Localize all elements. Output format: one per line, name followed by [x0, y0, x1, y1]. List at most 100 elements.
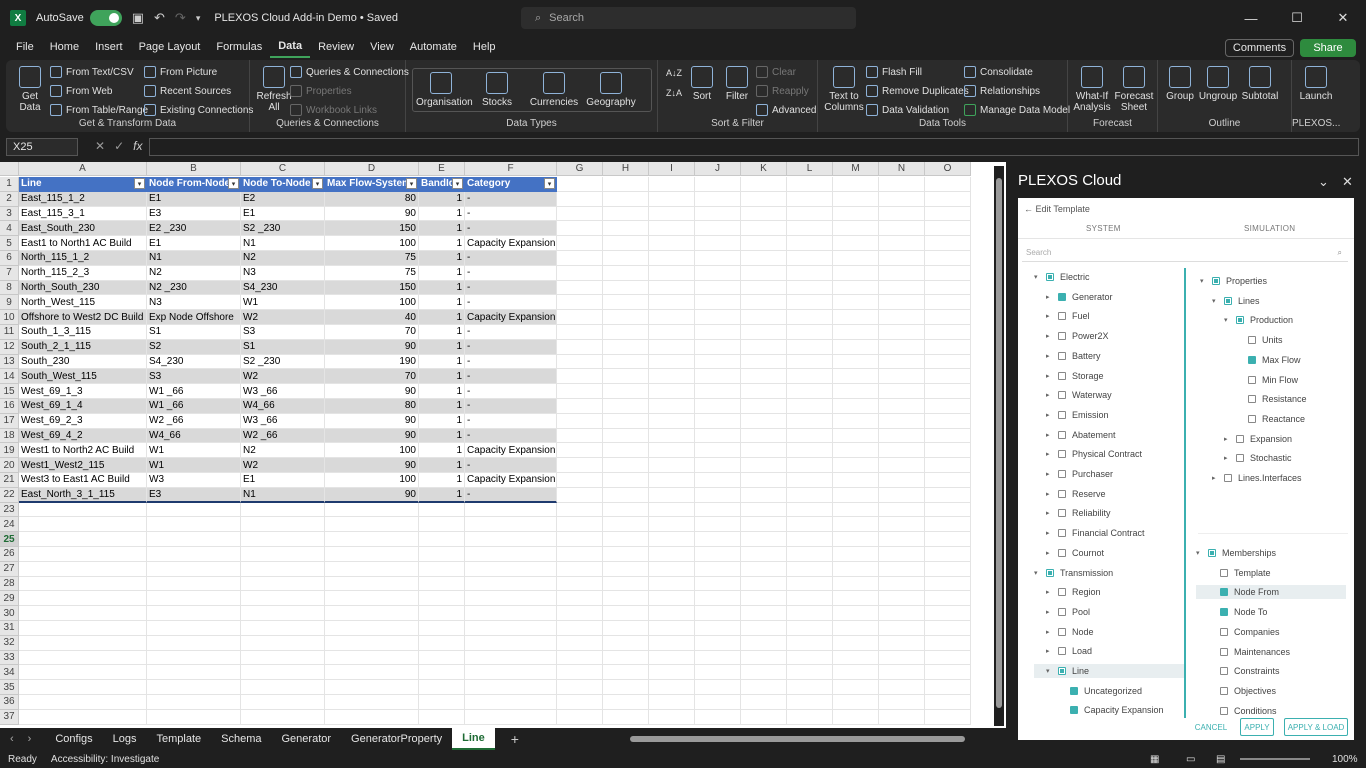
- recent-sources-button[interactable]: Recent Sources: [144, 85, 231, 97]
- page-layout-icon[interactable]: ▭: [1186, 754, 1195, 765]
- empty-cell[interactable]: [833, 251, 879, 266]
- empty-cell[interactable]: [787, 650, 833, 666]
- empty-cell[interactable]: [787, 251, 833, 266]
- table-cell[interactable]: 1: [419, 191, 465, 207]
- empty-cell[interactable]: [695, 177, 741, 192]
- empty-cell[interactable]: [557, 487, 603, 503]
- filter-dropdown-icon[interactable]: ▾: [228, 178, 239, 189]
- reapply-button[interactable]: Reapply: [756, 85, 809, 97]
- empty-cell[interactable]: [649, 325, 695, 340]
- table-cell[interactable]: 90: [325, 458, 419, 473]
- empty-cell[interactable]: [241, 606, 325, 621]
- empty-cell[interactable]: [465, 591, 557, 607]
- empty-cell[interactable]: [557, 280, 603, 296]
- empty-cell[interactable]: [465, 650, 557, 666]
- empty-cell[interactable]: [879, 295, 925, 311]
- row-header[interactable]: 19: [0, 443, 19, 459]
- empty-cell[interactable]: [833, 650, 879, 666]
- empty-cell[interactable]: [557, 265, 603, 281]
- table-cell[interactable]: North_West_115: [19, 295, 147, 311]
- empty-cell[interactable]: [695, 532, 741, 547]
- empty-cell[interactable]: [419, 680, 465, 695]
- empty-cell[interactable]: [557, 251, 603, 266]
- stocks-button[interactable]: Stocks: [472, 72, 522, 108]
- table-cell[interactable]: W3 _66: [241, 413, 325, 429]
- empty-cell[interactable]: [649, 487, 695, 503]
- sheet-tab-generatorproperty[interactable]: GeneratorProperty: [341, 728, 452, 750]
- column-header[interactable]: O: [925, 162, 971, 176]
- empty-cell[interactable]: [879, 443, 925, 459]
- empty-cell[interactable]: [741, 473, 787, 488]
- tree-item[interactable]: Resistance: [1236, 392, 1307, 406]
- empty-cell[interactable]: [557, 443, 603, 459]
- empty-cell[interactable]: [879, 399, 925, 414]
- empty-cell[interactable]: [557, 621, 603, 636]
- empty-cell[interactable]: [19, 606, 147, 621]
- empty-cell[interactable]: [695, 665, 741, 681]
- row-header[interactable]: 8: [0, 280, 19, 296]
- from-picture-button[interactable]: From Picture: [144, 66, 217, 78]
- expand-arrow-icon[interactable]: ▸: [1046, 391, 1054, 399]
- empty-cell[interactable]: [603, 236, 649, 251]
- empty-cell[interactable]: [695, 606, 741, 621]
- empty-cell[interactable]: [787, 369, 833, 385]
- empty-cell[interactable]: [603, 280, 649, 296]
- spreadsheet-grid[interactable]: A B C D E F G H I J K L M N O 1 Line ▾ Node From-Node ▾ Node…: [0, 162, 1006, 728]
- tree-checkbox[interactable]: [1046, 568, 1054, 577]
- empty-cell[interactable]: [649, 413, 695, 429]
- empty-cell[interactable]: [241, 621, 325, 636]
- table-cell[interactable]: 90: [325, 339, 419, 355]
- table-cell[interactable]: W1 _66: [147, 384, 241, 399]
- empty-cell[interactable]: [787, 295, 833, 311]
- undo-icon[interactable]: ↶: [154, 10, 165, 26]
- tab-review[interactable]: Review: [310, 36, 362, 58]
- share-button[interactable]: Share: [1300, 39, 1356, 57]
- sort-button[interactable]: Sort: [686, 66, 718, 102]
- empty-cell[interactable]: [603, 369, 649, 385]
- table-cell[interactable]: West_69_4_2: [19, 428, 147, 444]
- table-cell[interactable]: S2 _230: [241, 354, 325, 370]
- empty-cell[interactable]: [741, 428, 787, 444]
- empty-cell[interactable]: [603, 221, 649, 237]
- table-cell[interactable]: 80: [325, 191, 419, 207]
- empty-cell[interactable]: [325, 591, 419, 607]
- empty-cell[interactable]: [787, 354, 833, 370]
- empty-cell[interactable]: [603, 695, 649, 710]
- empty-cell[interactable]: [241, 561, 325, 577]
- empty-cell[interactable]: [557, 635, 603, 651]
- tree-item[interactable]: ▸ Region: [1046, 585, 1101, 599]
- empty-cell[interactable]: [147, 621, 241, 636]
- empty-cell[interactable]: [695, 443, 741, 459]
- empty-cell[interactable]: [879, 547, 925, 562]
- row-header[interactable]: 23: [0, 502, 19, 518]
- empty-cell[interactable]: [833, 458, 879, 473]
- empty-cell[interactable]: [325, 650, 419, 666]
- empty-cell[interactable]: [833, 295, 879, 311]
- table-cell[interactable]: E2 _230: [147, 221, 241, 237]
- text-to-columns-button[interactable]: Text to Columns: [824, 66, 864, 113]
- tree-checkbox[interactable]: [1236, 316, 1244, 325]
- table-cell[interactable]: -: [465, 221, 557, 237]
- empty-cell[interactable]: [787, 591, 833, 607]
- tree-checkbox[interactable]: [1046, 273, 1054, 281]
- tree-item[interactable]: Objectives: [1208, 684, 1276, 698]
- row-header[interactable]: 11: [0, 325, 19, 340]
- empty-cell[interactable]: [649, 680, 695, 695]
- empty-cell[interactable]: [695, 310, 741, 325]
- table-cell[interactable]: Capacity Expansion: [465, 310, 557, 325]
- empty-cell[interactable]: [419, 665, 465, 681]
- table-cell[interactable]: -: [465, 399, 557, 414]
- launch-button[interactable]: Launch: [1296, 66, 1336, 102]
- expand-arrow-icon[interactable]: ▸: [1046, 490, 1054, 498]
- empty-cell[interactable]: [741, 576, 787, 592]
- sheet-tab-line[interactable]: Line: [452, 728, 495, 750]
- table-cell[interactable]: 80: [325, 399, 419, 414]
- empty-cell[interactable]: [741, 606, 787, 621]
- empty-cell[interactable]: [925, 325, 971, 340]
- row-header[interactable]: 35: [0, 680, 19, 695]
- empty-cell[interactable]: [879, 384, 925, 399]
- row-header[interactable]: 4: [0, 221, 19, 237]
- table-cell[interactable]: 1: [419, 221, 465, 237]
- empty-cell[interactable]: [741, 369, 787, 385]
- table-cell[interactable]: -: [465, 369, 557, 385]
